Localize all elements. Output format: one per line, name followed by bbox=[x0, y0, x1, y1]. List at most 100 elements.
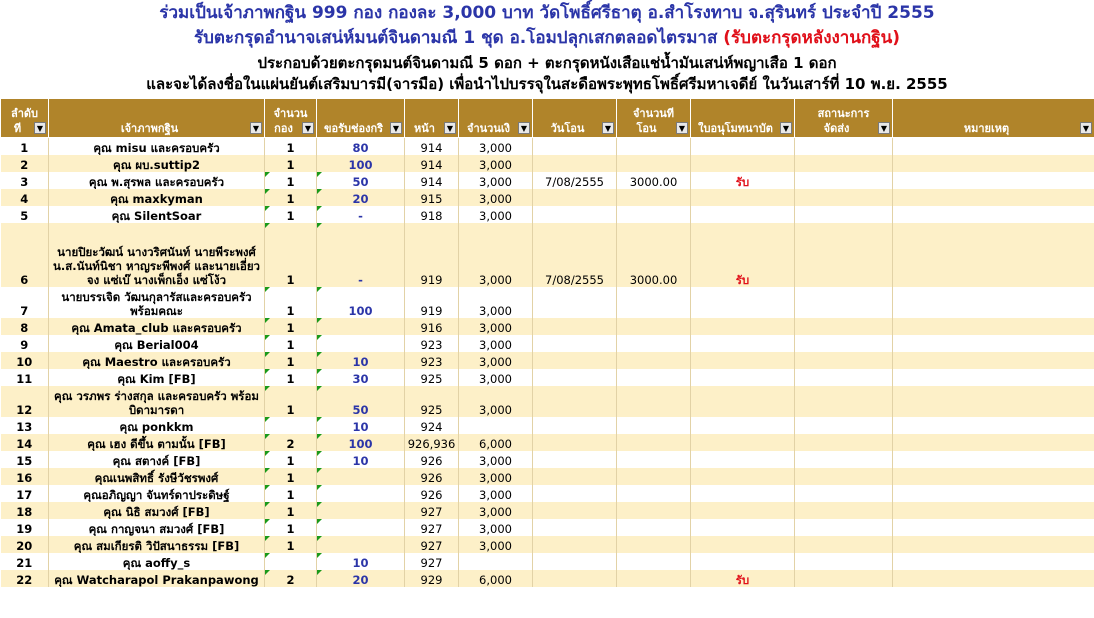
delivery-status-cell[interactable] bbox=[795, 138, 893, 156]
transfer-amount-cell[interactable] bbox=[617, 335, 691, 352]
delivery-status-cell[interactable] bbox=[795, 223, 893, 287]
host-name-cell[interactable]: คุณ maxkyman bbox=[49, 189, 265, 206]
transfer-date-cell[interactable] bbox=[533, 189, 617, 206]
kong-count-cell[interactable]: 2 bbox=[265, 434, 317, 451]
order-no-cell[interactable]: 5 bbox=[1, 206, 49, 223]
page-cell[interactable]: 926,936 bbox=[405, 434, 459, 451]
order-no-cell[interactable]: 18 bbox=[1, 502, 49, 519]
transfer-date-cell[interactable] bbox=[533, 570, 617, 587]
amount-cell[interactable]: 3,000 bbox=[459, 172, 533, 189]
order-no-cell[interactable]: 19 bbox=[1, 519, 49, 536]
host-name-cell[interactable]: คุณ ponkkm bbox=[49, 417, 265, 434]
amount-cell[interactable]: 3,000 bbox=[459, 386, 533, 417]
transfer-amount-cell[interactable] bbox=[617, 352, 691, 369]
remarks-cell[interactable] bbox=[893, 172, 1094, 189]
transfer-amount-cell[interactable] bbox=[617, 434, 691, 451]
transfer-amount-cell[interactable] bbox=[617, 318, 691, 335]
remarks-cell[interactable] bbox=[893, 519, 1094, 536]
filter-dropdown-icon[interactable]: ▼ bbox=[34, 122, 46, 134]
host-name-cell[interactable]: คุณ วรภพร ร่างสกุล และครอบครัว พร้อมบิดา… bbox=[49, 386, 265, 417]
transfer-amount-cell[interactable] bbox=[617, 386, 691, 417]
page-cell[interactable]: 916 bbox=[405, 318, 459, 335]
delivery-status-cell[interactable] bbox=[795, 352, 893, 369]
receipt-cell[interactable]: รับ bbox=[691, 223, 795, 287]
host-name-cell[interactable]: คุณ นิธิ สมวงศ์ [FB] bbox=[49, 502, 265, 519]
transfer-date-cell[interactable] bbox=[533, 369, 617, 386]
delivery-status-cell[interactable] bbox=[795, 386, 893, 417]
slot-request-cell[interactable]: 50 bbox=[317, 386, 405, 417]
delivery-status-cell[interactable] bbox=[795, 519, 893, 536]
transfer-date-cell[interactable] bbox=[533, 434, 617, 451]
receipt-cell[interactable]: รับ bbox=[691, 570, 795, 587]
transfer-amount-cell[interactable] bbox=[617, 485, 691, 502]
delivery-status-cell[interactable] bbox=[795, 189, 893, 206]
page-cell[interactable]: 923 bbox=[405, 335, 459, 352]
slot-request-cell[interactable]: 80 bbox=[317, 138, 405, 156]
order-no-cell[interactable]: 7 bbox=[1, 287, 49, 318]
host-name-cell[interactable]: คุณ กาญจนา สมวงศ์ [FB] bbox=[49, 519, 265, 536]
amount-cell[interactable]: 3,000 bbox=[459, 369, 533, 386]
receipt-cell[interactable] bbox=[691, 206, 795, 223]
page-cell[interactable]: 914 bbox=[405, 138, 459, 156]
receipt-cell[interactable] bbox=[691, 451, 795, 468]
remarks-cell[interactable] bbox=[893, 386, 1094, 417]
delivery-status-cell[interactable] bbox=[795, 451, 893, 468]
host-name-cell[interactable]: คุณ SilentSoar bbox=[49, 206, 265, 223]
transfer-amount-cell[interactable] bbox=[617, 502, 691, 519]
kong-count-cell[interactable]: 1 bbox=[265, 318, 317, 335]
receipt-cell[interactable] bbox=[691, 138, 795, 156]
amount-cell[interactable]: 3,000 bbox=[459, 352, 533, 369]
receipt-cell[interactable] bbox=[691, 468, 795, 485]
delivery-status-cell[interactable] bbox=[795, 434, 893, 451]
transfer-amount-cell[interactable] bbox=[617, 287, 691, 318]
transfer-date-cell[interactable] bbox=[533, 352, 617, 369]
transfer-amount-cell[interactable] bbox=[617, 206, 691, 223]
kong-count-cell[interactable] bbox=[265, 553, 317, 570]
amount-cell[interactable]: 3,000 bbox=[459, 206, 533, 223]
remarks-cell[interactable] bbox=[893, 417, 1094, 434]
filter-dropdown-icon[interactable]: ▼ bbox=[878, 122, 890, 134]
order-no-cell[interactable]: 17 bbox=[1, 485, 49, 502]
slot-request-cell[interactable]: 100 bbox=[317, 155, 405, 172]
order-no-cell[interactable]: 10 bbox=[1, 352, 49, 369]
kong-count-cell[interactable]: 1 bbox=[265, 519, 317, 536]
transfer-amount-cell[interactable] bbox=[617, 536, 691, 553]
amount-cell[interactable]: 3,000 bbox=[459, 451, 533, 468]
order-no-cell[interactable]: 3 bbox=[1, 172, 49, 189]
receipt-cell[interactable] bbox=[691, 553, 795, 570]
host-name-cell[interactable]: คุณเนพสิทธิ์ รังษีวัชรพงศ์ bbox=[49, 468, 265, 485]
page-cell[interactable]: 915 bbox=[405, 189, 459, 206]
transfer-amount-cell[interactable] bbox=[617, 468, 691, 485]
page-cell[interactable]: 914 bbox=[405, 172, 459, 189]
transfer-amount-cell[interactable] bbox=[617, 189, 691, 206]
order-no-cell[interactable]: 6 bbox=[1, 223, 49, 287]
page-cell[interactable]: 924 bbox=[405, 417, 459, 434]
kong-count-cell[interactable]: 1 bbox=[265, 451, 317, 468]
receipt-cell[interactable] bbox=[691, 335, 795, 352]
remarks-cell[interactable] bbox=[893, 553, 1094, 570]
kong-count-cell[interactable] bbox=[265, 417, 317, 434]
amount-cell[interactable]: 6,000 bbox=[459, 434, 533, 451]
receipt-cell[interactable] bbox=[691, 318, 795, 335]
page-cell[interactable]: 919 bbox=[405, 223, 459, 287]
receipt-cell[interactable] bbox=[691, 417, 795, 434]
filter-dropdown-icon[interactable]: ▼ bbox=[1080, 122, 1092, 134]
amount-cell[interactable]: 3,000 bbox=[459, 287, 533, 318]
order-no-cell[interactable]: 21 bbox=[1, 553, 49, 570]
transfer-date-cell[interactable]: 7/08/2555 bbox=[533, 172, 617, 189]
remarks-cell[interactable] bbox=[893, 155, 1094, 172]
amount-cell[interactable]: 3,000 bbox=[459, 318, 533, 335]
slot-request-cell[interactable] bbox=[317, 502, 405, 519]
delivery-status-cell[interactable] bbox=[795, 155, 893, 172]
remarks-cell[interactable] bbox=[893, 468, 1094, 485]
amount-cell[interactable] bbox=[459, 553, 533, 570]
amount-cell[interactable]: 3,000 bbox=[459, 502, 533, 519]
transfer-date-cell[interactable] bbox=[533, 451, 617, 468]
delivery-status-cell[interactable] bbox=[795, 502, 893, 519]
amount-cell[interactable]: 3,000 bbox=[459, 536, 533, 553]
page-cell[interactable]: 919 bbox=[405, 287, 459, 318]
host-name-cell[interactable]: คุณ สมเกียรติ วิปัสนาธรรม [FB] bbox=[49, 536, 265, 553]
transfer-amount-cell[interactable] bbox=[617, 519, 691, 536]
page-cell[interactable]: 927 bbox=[405, 502, 459, 519]
transfer-amount-cell[interactable] bbox=[617, 451, 691, 468]
